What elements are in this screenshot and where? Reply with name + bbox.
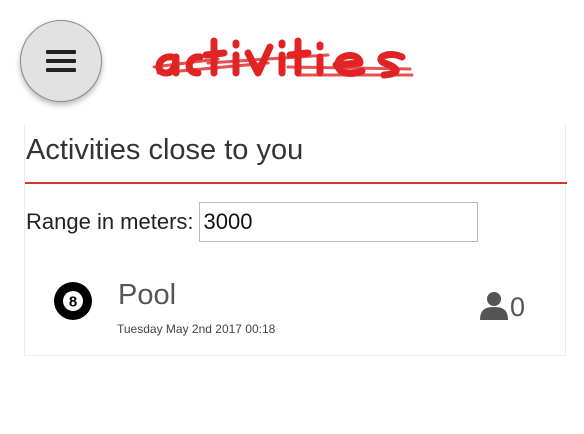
range-input[interactable]	[198, 202, 478, 242]
hamburger-menu-icon	[46, 50, 76, 72]
range-row: Range in meters:	[26, 202, 478, 242]
participants: 0	[478, 289, 525, 321]
participants-count: 0	[509, 292, 525, 322]
svg-text:8: 8	[69, 294, 77, 311]
activities-panel: Activities close to you Range in meters:…	[24, 124, 567, 356]
user-icon	[479, 292, 508, 320]
eight-ball-icon: 8	[53, 281, 93, 321]
activity-item-pool[interactable]: 8 Pool Tuesday May 2nd 2017 00:18 0	[25, 260, 565, 356]
activity-name: Pool	[118, 279, 177, 311]
section-title: Activities close to you	[25, 124, 567, 184]
app-logo	[148, 33, 418, 85]
menu-button[interactable]	[20, 20, 102, 102]
range-label: Range in meters:	[26, 209, 194, 234]
activity-date: Tuesday May 2nd 2017 00:18	[117, 322, 276, 336]
app-page: Activities close to you Range in meters:…	[0, 0, 584, 434]
